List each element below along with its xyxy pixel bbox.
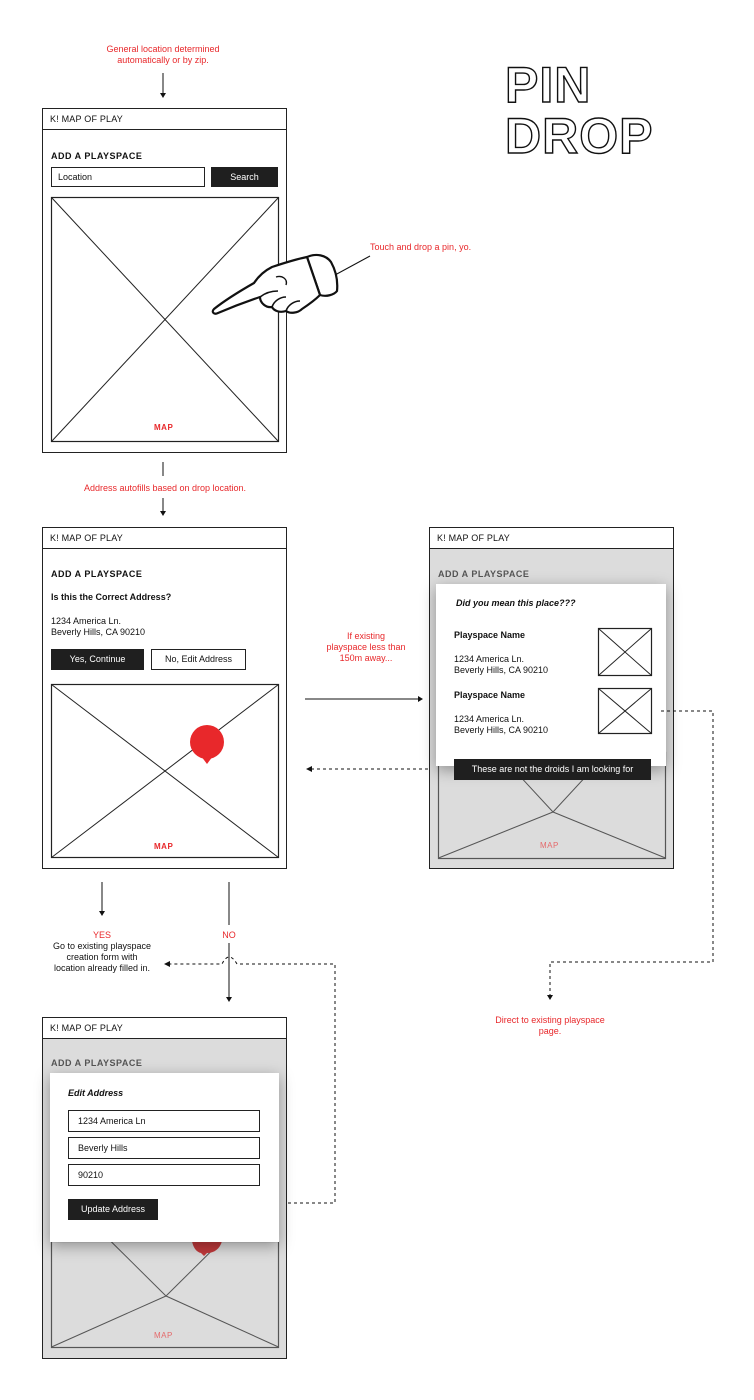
edit-address-modal: Edit Address 1234 America Ln Beverly Hil… bbox=[50, 1073, 279, 1242]
map-label: MAP bbox=[154, 1331, 173, 1340]
zip-field[interactable]: 90210 bbox=[68, 1164, 260, 1186]
yes-label: YES bbox=[92, 930, 111, 940]
app-header: K! MAP OF PLAY bbox=[43, 1018, 286, 1039]
page-title: ADD A PLAYSPACE bbox=[51, 1058, 143, 1068]
yes-note: Go to existing playspace creation form w… bbox=[52, 941, 152, 973]
update-address-button[interactable]: Update Address bbox=[68, 1199, 158, 1220]
city-field[interactable]: Beverly Hills bbox=[68, 1137, 260, 1159]
modal-title: Edit Address bbox=[68, 1088, 124, 1098]
map-pin-icon bbox=[192, 1241, 222, 1256]
no-label: NO bbox=[222, 930, 236, 940]
street-field[interactable]: 1234 America Ln bbox=[68, 1110, 260, 1132]
